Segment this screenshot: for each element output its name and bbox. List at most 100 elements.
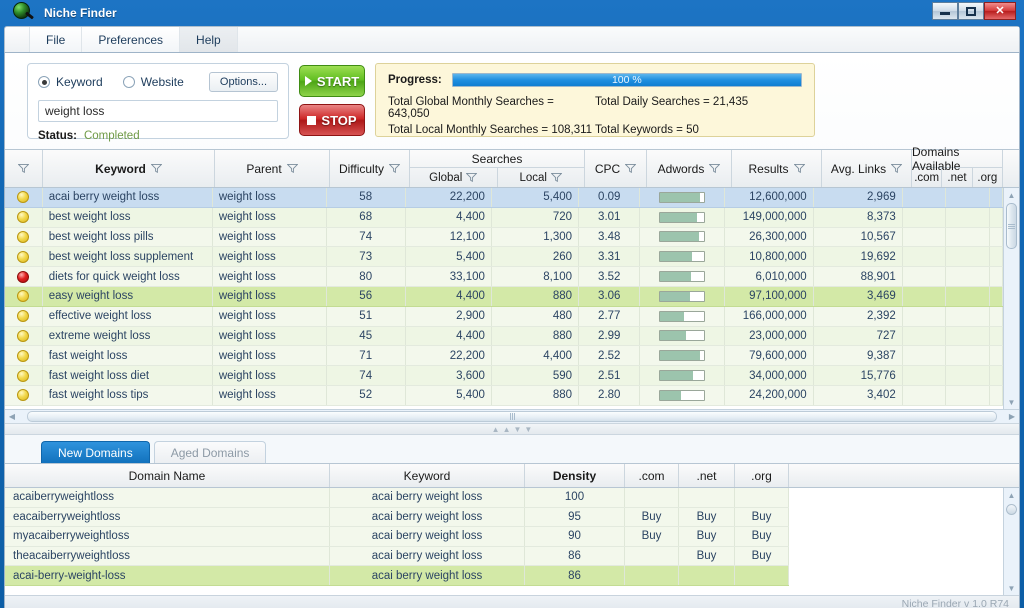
header-parent[interactable]: Parent xyxy=(215,150,330,187)
splitter-up-icon[interactable]: ▲ xyxy=(503,425,511,434)
header-adwords[interactable]: Adwords xyxy=(647,150,732,187)
header-org[interactable]: .org xyxy=(973,168,1002,187)
buy-link[interactable]: Buy xyxy=(642,511,662,523)
tab-aged-domains[interactable]: Aged Domains xyxy=(153,441,267,463)
domain-row[interactable]: acaiberryweightloss acai berry weight los… xyxy=(5,488,789,508)
panel-splitter[interactable]: ▲ ▲ ▼ ▼ xyxy=(5,423,1019,435)
header-local[interactable]: Local xyxy=(498,168,585,187)
header-domain-org[interactable]: .org xyxy=(735,464,789,487)
scroll-track[interactable] xyxy=(1005,250,1018,395)
header-keyword[interactable]: Keyword xyxy=(43,150,215,187)
yellow-status-icon xyxy=(17,349,30,362)
table-row[interactable]: best weight loss weight loss 68 4,400 720 3.0… xyxy=(5,207,1003,228)
buy-link[interactable]: Buy xyxy=(642,530,662,542)
search-input[interactable]: weight loss xyxy=(38,100,278,122)
hscroll-thumb[interactable] xyxy=(27,411,997,422)
table-row[interactable]: best weight loss supplement weight loss 73… xyxy=(5,247,1003,268)
splitter-collapse-icon[interactable]: ▲ xyxy=(492,425,500,434)
cell-org[interactable]: Buy xyxy=(735,507,789,527)
scroll-down-icon[interactable]: ▼ xyxy=(1005,395,1019,409)
cell-net[interactable]: Buy xyxy=(679,507,735,527)
splitter-down-icon[interactable]: ▼ xyxy=(514,425,522,434)
buy-link[interactable]: Buy xyxy=(752,550,772,562)
domain-scroll-up-icon[interactable]: ▲ xyxy=(1005,488,1019,502)
menu-item-preferences[interactable]: Preferences xyxy=(82,27,181,52)
cell-domain-keyword: acai berry weight loss xyxy=(330,507,525,527)
table-row[interactable]: diets for quick weight loss weight loss 80… xyxy=(5,267,1003,287)
hscroll-track[interactable] xyxy=(19,411,1005,422)
header-domain-com[interactable]: .com xyxy=(625,464,679,487)
maximize-button[interactable] xyxy=(958,2,984,20)
table-row[interactable]: fast weight loss weight loss 71 22,200 4,400… xyxy=(5,346,1003,367)
table-row[interactable]: extreme weight loss weight loss 45 4,400 880… xyxy=(5,326,1003,347)
filter-icon xyxy=(286,164,298,173)
buy-link[interactable]: Buy xyxy=(752,530,772,542)
cell-org[interactable]: Buy xyxy=(735,546,789,566)
header-domain-name[interactable]: Domain Name xyxy=(5,464,330,487)
header-avg-links[interactable]: Avg. Links xyxy=(822,150,912,187)
header-density[interactable]: Density xyxy=(525,464,625,487)
menu-item-help[interactable]: Help xyxy=(180,27,238,52)
radio-website[interactable] xyxy=(122,76,135,88)
close-button[interactable]: ✕ xyxy=(984,2,1016,20)
scroll-right-icon[interactable]: ▶ xyxy=(1005,410,1019,424)
cell-com[interactable]: Buy xyxy=(625,527,679,546)
cell-com[interactable]: Buy xyxy=(625,507,679,527)
adwords-bar xyxy=(659,310,706,322)
buy-link[interactable]: Buy xyxy=(752,511,772,523)
buy-link[interactable]: Buy xyxy=(697,511,717,523)
menu-item-file[interactable]: File xyxy=(29,27,83,52)
buy-link[interactable]: Buy xyxy=(697,530,717,542)
cell-net[interactable]: Buy xyxy=(679,546,735,566)
keyword-grid-vscrollbar[interactable]: ▲ ▼ xyxy=(1003,188,1019,409)
header-status[interactable] xyxy=(5,150,43,187)
cell-global: 5,400 xyxy=(406,247,492,267)
table-row[interactable]: fast weight loss diet weight loss 74 3,600 5… xyxy=(5,366,1003,386)
header-com[interactable]: .com xyxy=(912,168,943,187)
table-row[interactable]: easy weight loss weight loss 56 4,400 880 3.0… xyxy=(5,286,1003,307)
scroll-up-icon[interactable]: ▲ xyxy=(1005,188,1019,202)
cell-parent: weight loss xyxy=(213,326,327,346)
domain-row[interactable]: acai-berry-weight-loss acai berry weight … xyxy=(5,566,789,586)
domain-vscrollbar[interactable]: ▲ ▼ xyxy=(1003,488,1019,595)
header-difficulty[interactable]: Difficulty xyxy=(330,150,410,187)
domain-row[interactable]: myacaiberryweightloss acai berry weight l… xyxy=(5,527,789,547)
cell-org[interactable]: Buy xyxy=(735,527,789,546)
header-net[interactable]: .net xyxy=(942,168,973,187)
cell-adwords xyxy=(640,385,725,405)
cell-global: 3,600 xyxy=(406,366,492,385)
scroll-left-icon[interactable]: ◀ xyxy=(5,410,19,424)
cell-keyword: best weight loss pills xyxy=(43,227,213,247)
domain-scroll-down-icon[interactable]: ▼ xyxy=(1005,581,1019,595)
header-cpc[interactable]: CPC xyxy=(585,150,647,187)
minimize-button[interactable] xyxy=(932,2,958,20)
header-global[interactable]: Global xyxy=(410,168,498,187)
start-button[interactable]: START xyxy=(299,65,365,97)
tab-new-domains[interactable]: New Domains xyxy=(41,441,150,463)
domain-scroll-thumb[interactable] xyxy=(1006,504,1017,515)
table-row[interactable]: effective weight loss weight loss 51 2,900 4… xyxy=(5,306,1003,327)
stop-button[interactable]: STOP xyxy=(299,104,365,136)
table-row[interactable]: best weight loss pills weight loss 74 12,10… xyxy=(5,227,1003,248)
header-domain-keyword[interactable]: Keyword xyxy=(330,464,525,487)
cell-org xyxy=(990,326,1003,346)
header-domain-net[interactable]: .net xyxy=(679,464,735,487)
domain-row[interactable]: theacaiberryweightloss acai berry weight … xyxy=(5,546,789,567)
table-row[interactable]: fast weight loss tips weight loss 52 5,400 8… xyxy=(5,385,1003,406)
header-results[interactable]: Results xyxy=(732,150,822,187)
cell-com xyxy=(903,346,947,366)
cell-adwords xyxy=(640,326,725,346)
radio-keyword[interactable] xyxy=(38,76,50,88)
keyword-grid-hscrollbar[interactable]: ◀ ▶ xyxy=(5,409,1019,423)
cell-net[interactable]: Buy xyxy=(679,527,735,546)
buy-link[interactable]: Buy xyxy=(697,550,717,562)
table-row[interactable]: acai berry weight loss weight loss 58 22,20… xyxy=(5,188,1003,208)
domain-row[interactable]: eacaiberryweightloss acai berry weight lo… xyxy=(5,507,789,528)
cell-keyword: fast weight loss xyxy=(43,346,213,366)
options-button[interactable]: Options... xyxy=(208,72,278,92)
cell-global: 22,200 xyxy=(406,346,492,366)
splitter-expand-icon[interactable]: ▼ xyxy=(524,425,532,434)
cell-avg-links: 19,692 xyxy=(814,247,903,267)
cell-density: 90 xyxy=(525,527,625,546)
scroll-thumb[interactable] xyxy=(1006,203,1017,249)
